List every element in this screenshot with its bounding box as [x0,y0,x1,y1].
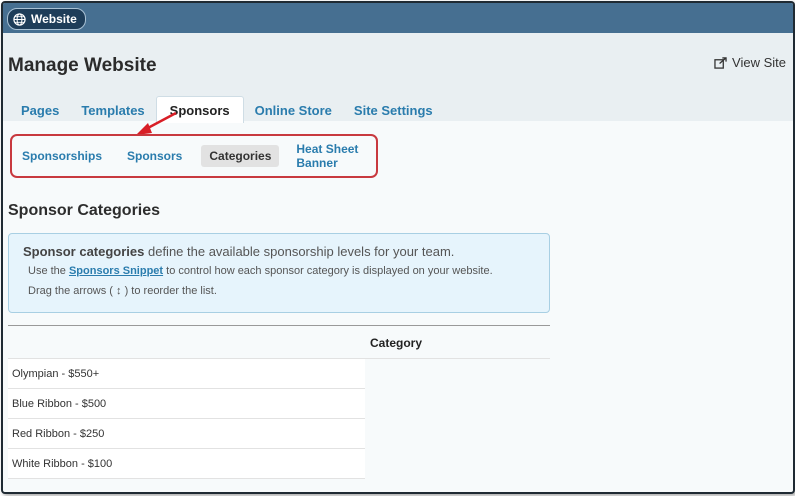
table-row[interactable]: White Ribbon - $100 [8,449,365,479]
website-badge[interactable]: Website [7,8,86,30]
main-tabs: Pages Templates Sponsors Online Store Si… [10,96,444,123]
view-site-link[interactable]: View Site [714,55,786,70]
info-line-3: Drag the arrows ( ↕ ) to reorder the lis… [28,285,217,297]
view-site-label: View Site [732,55,786,70]
info-line-2-post: to control how each sponsor category is … [163,265,493,277]
table-row[interactable]: Olympian - $550+ [8,359,365,389]
external-link-icon [714,56,727,69]
globe-icon [13,12,26,26]
subtab-sponsors[interactable]: Sponsors [119,145,190,167]
subtab-sponsorships[interactable]: Sponsorships [14,145,110,167]
top-bar: Website [3,3,793,33]
page-title: Manage Website [8,55,157,76]
info-line-3-post: ) to reorder the list. [121,285,217,297]
info-panel: Sponsor categories define the available … [8,233,550,313]
sponsor-subnav: Sponsorships Sponsors Categories Heat Sh… [10,134,378,178]
category-column-header: Category [370,336,423,350]
info-line-3-pre: Drag the arrows ( [28,285,117,297]
sponsors-snippet-link[interactable]: Sponsors Snippet [69,265,163,277]
tab-online-store[interactable]: Online Store [244,98,343,123]
app-window: Website Manage Website View Site Pages T… [1,1,795,494]
table-row[interactable]: Blue Ribbon - $500 [8,389,365,419]
info-line-2: Use the Sponsors Snippet to control how … [28,265,493,277]
info-bold-term: Sponsor categories [23,244,145,259]
info-line-1: Sponsor categories define the available … [23,244,454,259]
table-row[interactable]: Red Ribbon - $250 [8,419,365,449]
subtab-categories[interactable]: Categories [201,145,280,167]
tab-pages[interactable]: Pages [10,98,70,123]
page-header: Manage Website View Site Pages Templates… [3,33,793,123]
info-line-1-text: define the available sponsorship levels … [144,244,455,259]
section-title: Sponsor Categories [8,202,161,219]
info-line-2-pre: Use the [28,265,69,277]
table-header: Category [8,325,550,359]
tab-site-settings[interactable]: Site Settings [343,98,444,123]
website-badge-label: Website [31,12,77,26]
subtab-heat-sheet-banner[interactable]: Heat Sheet Banner [288,138,376,174]
categories-table: Category Olympian - $550+ Blue Ribbon - … [8,325,550,479]
